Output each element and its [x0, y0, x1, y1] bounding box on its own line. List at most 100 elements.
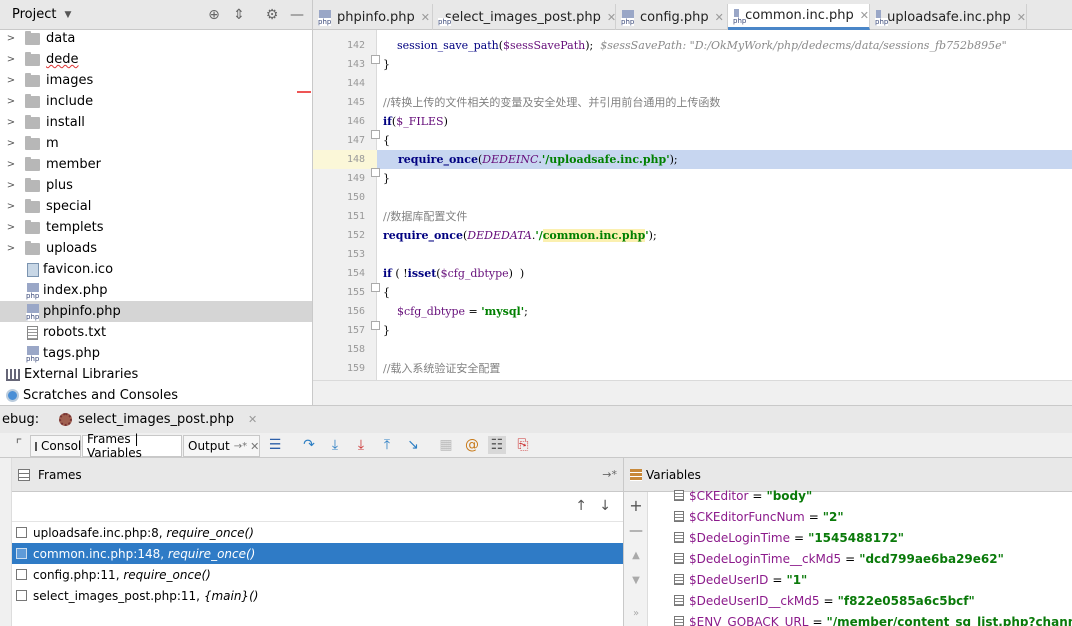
fold-marker-icon[interactable] [371, 283, 380, 292]
tree-item[interactable]: > uploads [0, 238, 312, 259]
arrow-up-icon[interactable]: ↑ [575, 498, 587, 514]
clear-icon[interactable]: ⎘ [514, 436, 532, 454]
code-line-146: if($_FILES) [383, 115, 448, 128]
tree-item[interactable]: favicon.ico [0, 259, 312, 280]
add-icon[interactable]: + [628, 498, 644, 514]
line-number: 152 [346, 230, 365, 241]
frames-title: Frames [38, 467, 82, 482]
evaluate-expression-icon[interactable]: ▦ [437, 436, 455, 454]
tree-item[interactable]: > special [0, 196, 312, 217]
variable-row[interactable]: $DedeUserID__ckMd5 = "f822e0585a6c5bcf" [674, 590, 975, 611]
tree-item[interactable]: > plus [0, 175, 312, 196]
fold-marker-icon[interactable] [371, 168, 380, 177]
tab-output[interactable]: Output →* ✕ [183, 435, 260, 457]
tree-item[interactable]: Scratches and Consoles [0, 385, 312, 405]
code-line-148-current: require_once(DEDEINC.'/uploadsafe.inc.ph… [377, 150, 1072, 169]
debug-toolbar: ⌜ Console Frames | Variables Output →* ✕… [0, 432, 1072, 460]
tree-item[interactable]: > include [0, 91, 312, 112]
frame-row[interactable]: select_images_post.php:11, {main}() [12, 585, 623, 606]
tree-item[interactable]: > templets [0, 217, 312, 238]
variable-row[interactable]: $CKEditorFuncNum = "2" [674, 506, 844, 527]
move-down-icon[interactable]: ▼ [628, 573, 644, 589]
tree-item[interactable]: > dede [0, 49, 312, 70]
restore-layout-icon[interactable]: ⌜ [10, 436, 28, 454]
frame-row[interactable]: common.inc.php:148, require_once() [12, 543, 623, 564]
force-step-into-icon[interactable]: ⤓ [352, 436, 370, 454]
move-up-icon[interactable]: ▲ [628, 548, 644, 564]
tree-item[interactable]: php phpinfo.php [0, 301, 312, 322]
tab-frames-variables[interactable]: Frames | Variables [82, 432, 182, 460]
variable-row[interactable]: $DedeUserID = "1" [674, 569, 807, 590]
step-into-icon[interactable]: ⤓ [326, 436, 344, 454]
close-icon[interactable]: ✕ [1017, 11, 1026, 24]
close-icon[interactable]: ✕ [607, 11, 616, 24]
close-icon[interactable]: ✕ [421, 11, 430, 24]
code-editor[interactable]: session_save_path($sessSavePath); $sessS… [377, 30, 1072, 380]
editor-tab[interactable]: php common.inc.php ✕ [728, 4, 870, 30]
tab-console[interactable]: Console [30, 435, 89, 457]
editor-tab[interactable]: php phpinfo.php ✕ [313, 4, 433, 30]
tree-item[interactable]: robots.txt [0, 322, 312, 343]
equals-sign: = [808, 509, 819, 524]
gear-icon[interactable]: ⚙ [264, 7, 280, 23]
variable-row[interactable]: $CKEditor = "body" [674, 485, 812, 506]
variable-name: $DedeUserID [689, 572, 769, 587]
chevron-right-icon[interactable]: > [5, 180, 17, 191]
project-title[interactable]: Project [12, 7, 56, 22]
editor-tab[interactable]: php config.php ✕ [616, 4, 728, 30]
step-out-icon[interactable]: ⤒ [378, 436, 396, 454]
tree-item[interactable]: php index.php [0, 280, 312, 301]
tree-item[interactable]: > data [0, 28, 312, 49]
fold-marker-icon[interactable] [371, 321, 380, 330]
variable-row[interactable]: $ENV_GOBACK_URL = "/member/content_sg_list… [674, 611, 1072, 626]
tree-item-label: data [46, 31, 76, 46]
show-execution-point-icon[interactable]: ☰ [266, 436, 284, 454]
more-icon[interactable]: » [628, 606, 644, 622]
settings-sliders-icon[interactable]: ☷ [488, 436, 506, 454]
run-to-cursor-icon[interactable]: ↘ [404, 436, 422, 454]
frame-row[interactable]: uploadsafe.inc.php:8, require_once() [12, 522, 623, 543]
arrow-down-icon[interactable]: ↓ [599, 498, 611, 514]
editor-tab[interactable]: php uploadsafe.inc.php ✕ [870, 4, 1027, 30]
close-icon[interactable]: ✕ [248, 413, 257, 426]
locate-icon[interactable]: ⊕ [206, 7, 222, 23]
tree-item[interactable]: > m [0, 133, 312, 154]
tree-item[interactable]: External Libraries [0, 364, 312, 385]
chevron-right-icon[interactable]: > [5, 33, 17, 44]
chevron-down-icon[interactable]: ▼ [64, 10, 71, 20]
chevron-right-icon[interactable]: > [5, 96, 17, 107]
chevron-right-icon[interactable]: > [5, 243, 17, 254]
chevron-right-icon[interactable]: > [5, 117, 17, 128]
chevron-right-icon[interactable]: > [5, 201, 17, 212]
variable-row[interactable]: $DedeLoginTime__ckMd5 = "dcd799ae6ba29e62" [674, 548, 1004, 569]
close-icon[interactable]: ✕ [860, 9, 869, 22]
collapse-all-icon[interactable]: ⇕ [231, 7, 247, 23]
chevron-right-icon[interactable]: > [5, 54, 17, 65]
editor-tab[interactable]: php select_images_post.php ✕ [433, 4, 616, 30]
fold-marker-icon[interactable] [371, 55, 380, 64]
equals-sign: = [752, 488, 763, 503]
frame-icon [16, 569, 27, 580]
tree-item[interactable]: php tags.php [0, 343, 312, 364]
minimize-icon[interactable]: — [289, 7, 305, 23]
debug-session-tab[interactable]: select_images_post.php ✕ [49, 408, 267, 432]
project-panel: Project ▼ ⊕ ⇕ ⚙ — > data > dede > images > incl… [0, 0, 313, 405]
chevron-right-icon[interactable]: > [5, 222, 17, 233]
tree-item[interactable]: > member [0, 154, 312, 175]
fold-marker-icon[interactable] [371, 130, 380, 139]
chevron-right-icon[interactable]: > [5, 159, 17, 170]
close-icon[interactable]: ✕ [715, 11, 724, 24]
step-over-icon[interactable]: ↷ [300, 436, 318, 454]
watch-icon[interactable]: @ [463, 436, 481, 454]
editor-tab-label: select_images_post.php [445, 9, 601, 25]
variables-side-toolbar: + — ▲ ▼ » [624, 492, 648, 626]
pin-icon[interactable]: →* [602, 468, 617, 481]
variable-row[interactable]: $DedeLoginTime = "1545488172" [674, 527, 904, 548]
remove-icon[interactable]: — [628, 523, 644, 539]
tree-item[interactable]: > install [0, 112, 312, 133]
chevron-right-icon[interactable]: > [5, 75, 17, 86]
frame-row[interactable]: config.php:11, require_once() [12, 564, 623, 585]
close-icon[interactable]: ✕ [250, 440, 259, 453]
chevron-right-icon[interactable]: > [5, 138, 17, 149]
tree-item[interactable]: > images [0, 70, 312, 91]
